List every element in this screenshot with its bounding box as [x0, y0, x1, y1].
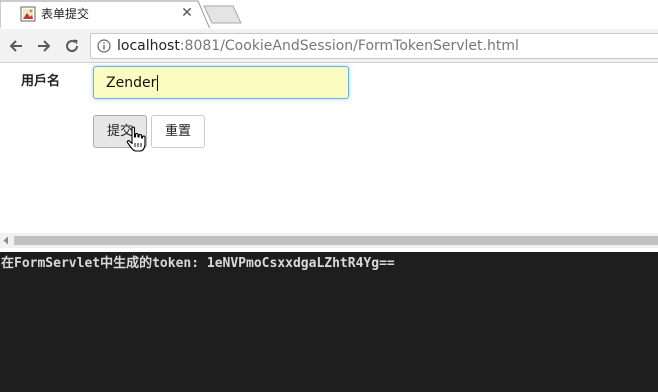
arrow-right-icon[interactable]: [34, 36, 54, 56]
text-caret: [157, 75, 159, 91]
reset-button[interactable]: 重置: [151, 115, 205, 148]
scrollbar-thumb[interactable]: [14, 236, 658, 245]
username-input[interactable]: Zender: [93, 66, 349, 99]
new-tab-button[interactable]: [203, 5, 243, 24]
tab-active[interactable]: 表单提交 ✕: [0, 0, 212, 29]
info-icon[interactable]: [97, 39, 111, 53]
username-input-value: Zender: [106, 75, 159, 91]
username-label: 用戶名: [21, 74, 61, 89]
page-content: 用戶名 Zender 提交 重置: [0, 63, 658, 233]
tab-strip: 表单提交 ✕: [0, 0, 658, 29]
browser-toolbar: localhost:8081/CookieAndSession/FormToke…: [0, 29, 658, 63]
url-path: :8081/CookieAndSession/FormTokenServlet.…: [179, 38, 519, 54]
reload-icon[interactable]: [62, 36, 82, 56]
picture-icon: [20, 6, 36, 22]
hand-cursor-icon: [126, 126, 146, 152]
username-text: Zender: [106, 75, 157, 91]
address-bar[interactable]: localhost:8081/CookieAndSession/FormToke…: [90, 33, 658, 59]
arrow-left-icon[interactable]: [6, 36, 26, 56]
console-output-line: 在FormServlet中生成的token: 1eNVPmoCsxxdgaLZh…: [1, 256, 395, 271]
url-text: localhost:8081/CookieAndSession/FormToke…: [117, 38, 519, 55]
url-host: localhost: [117, 38, 180, 54]
close-icon[interactable]: ✕: [180, 6, 194, 20]
horizontal-scrollbar[interactable]: [0, 233, 658, 248]
scroll-left-icon[interactable]: [2, 236, 10, 245]
console-panel: 在FormServlet中生成的token: 1eNVPmoCsxxdgaLZh…: [0, 252, 658, 392]
tab-title: 表单提交: [41, 7, 90, 21]
